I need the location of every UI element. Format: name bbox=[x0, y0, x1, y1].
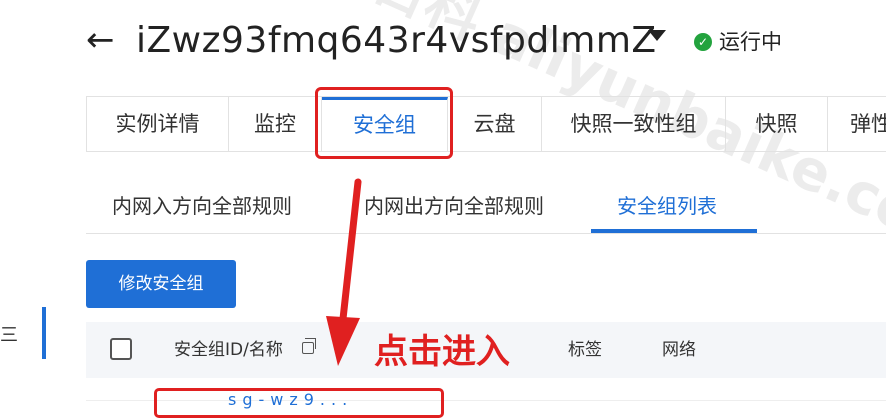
tab-snapshot-consistency-group[interactable]: 快照一致性组 bbox=[542, 97, 726, 151]
column-header-id-name: 安全组ID/名称 bbox=[174, 340, 283, 360]
column-header-tags: 标签 bbox=[568, 340, 602, 360]
subtab-security-group-list[interactable]: 安全组列表 bbox=[617, 188, 717, 224]
annotation-arrow-icon bbox=[326, 178, 362, 366]
menu-icon[interactable]: 三 bbox=[0, 321, 18, 347]
tab-instance-details[interactable]: 实例详情 bbox=[87, 97, 229, 151]
annotation-text: 点击进入 bbox=[374, 332, 510, 372]
tab-cloud-disk[interactable]: 云盘 bbox=[448, 97, 542, 151]
subtab-inbound-rules[interactable]: 内网入方向全部规则 bbox=[112, 188, 292, 224]
status-text: 运行中 bbox=[719, 30, 782, 54]
select-all-checkbox[interactable] bbox=[110, 338, 132, 360]
subtab-active-underline bbox=[591, 229, 757, 233]
highlight-box-tab bbox=[315, 87, 453, 159]
highlight-box-row bbox=[154, 388, 444, 418]
sub-tabs: 内网入方向全部规则 内网出方向全部规则 安全组列表 bbox=[86, 178, 886, 234]
column-header-network: 网络 bbox=[662, 340, 696, 360]
tab-monitor[interactable]: 监控 bbox=[229, 97, 322, 151]
main-tabs: 实例详情 监控 安全组 云盘 快照一致性组 快照 弹性 bbox=[86, 96, 886, 152]
back-arrow-icon[interactable]: ← bbox=[86, 20, 115, 60]
instance-title: iZwz93fmq643r4vsfpdlmmZ bbox=[136, 20, 657, 61]
tab-elastic[interactable]: 弹性 bbox=[828, 97, 886, 151]
subtab-outbound-rules[interactable]: 内网出方向全部规则 bbox=[364, 188, 544, 224]
chevron-down-icon[interactable] bbox=[648, 30, 666, 41]
status-check-icon: ✓ bbox=[694, 33, 712, 51]
tab-snapshot[interactable]: 快照 bbox=[726, 97, 828, 151]
copy-icon[interactable] bbox=[302, 338, 316, 354]
sidebar-active-indicator bbox=[42, 307, 46, 359]
modify-security-group-button[interactable]: 修改安全组 bbox=[86, 260, 236, 308]
